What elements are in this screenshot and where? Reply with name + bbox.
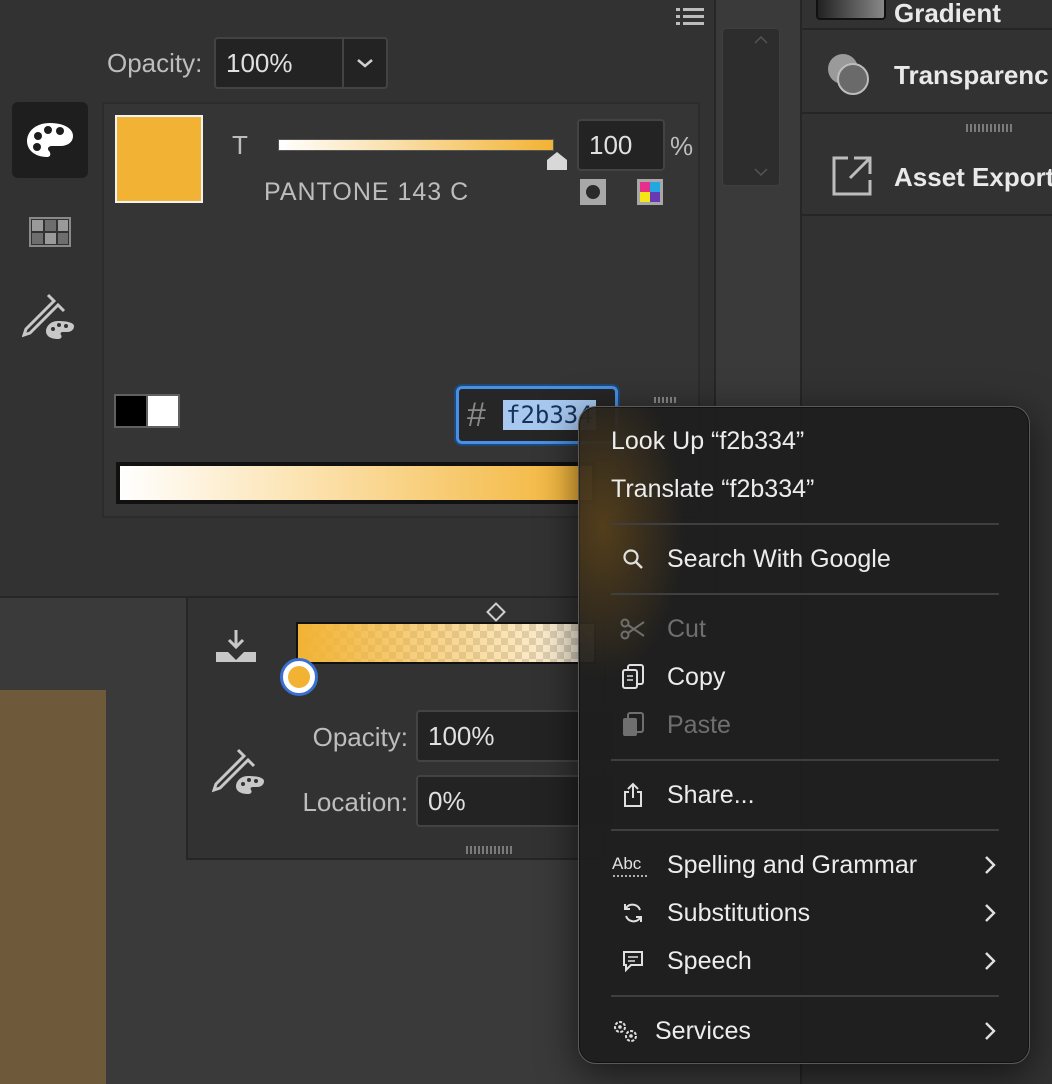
menu-separator	[611, 759, 999, 761]
transparency-icon	[828, 54, 869, 95]
menu-item-label: Cut	[667, 614, 706, 643]
tint-percent-label: %	[670, 131, 694, 161]
menu-separator	[611, 829, 999, 831]
menu-item-translate[interactable]: Translate “f2b334”	[579, 467, 1029, 511]
black-swatch[interactable]	[114, 394, 148, 428]
chevron-right-icon	[985, 952, 996, 970]
scissors-icon	[619, 615, 647, 643]
gradient-color-stop[interactable]	[280, 658, 318, 696]
menu-item-paste: Paste	[579, 703, 1029, 747]
panel-menu-icon[interactable]	[676, 6, 704, 28]
menu-item-label: Look Up “f2b334”	[611, 426, 805, 455]
fill-color-swatch[interactable]	[115, 115, 203, 203]
clipboard-icon	[619, 711, 647, 739]
svg-text:Abc: Abc	[612, 854, 642, 873]
menu-item-cut: Cut	[579, 607, 1029, 651]
menu-item-label: Substitutions	[667, 898, 811, 927]
eyedropper-palette-icon	[22, 293, 74, 339]
menu-item-share[interactable]: Share...	[579, 773, 1029, 817]
menu-item-label: Speech	[667, 946, 752, 975]
menu-item-substitutions[interactable]: Substitutions	[579, 891, 1029, 935]
chevron-right-icon	[985, 856, 996, 874]
tint-value-input[interactable]: 100	[577, 119, 665, 171]
panel-scrollbar[interactable]	[722, 28, 780, 186]
swatch-name-label: PANTONE 143 C	[264, 178, 470, 206]
gears-icon	[611, 1017, 639, 1045]
canvas-artwork	[0, 690, 106, 1084]
tint-slider-thumb[interactable]	[545, 150, 569, 172]
dock-divider	[802, 214, 1052, 216]
color-spectrum-ramp[interactable]	[116, 462, 596, 504]
gradient-slider-bar[interactable]	[296, 622, 596, 664]
dock-transparency-row[interactable]: Transparenc	[802, 44, 1052, 104]
dock-gradient-label: Gradient	[894, 0, 1001, 28]
dock-divider	[802, 112, 1052, 114]
color-mode-button[interactable]	[12, 102, 88, 178]
menu-item-label: Copy	[667, 662, 726, 691]
menu-separator	[611, 523, 999, 525]
gradient-location-label: Location:	[302, 787, 408, 817]
scroll-up-icon[interactable]	[753, 35, 769, 45]
spelling-abc-icon: Abc	[611, 851, 651, 879]
panel-grip-dots[interactable]	[654, 397, 678, 403]
opacity-dropdown[interactable]: 100%	[214, 37, 388, 89]
copy-icon	[619, 663, 647, 691]
dock-transparency-label: Transparenc	[894, 60, 1049, 90]
menu-item-label: Services	[655, 1016, 751, 1045]
dock-resize-grip[interactable]	[966, 124, 1014, 132]
gradient-opacity-label: Opacity:	[312, 722, 408, 752]
swatches-grid-icon	[29, 217, 71, 247]
menu-item-label: Search With Google	[667, 544, 891, 573]
process-color-icon[interactable]	[636, 178, 664, 206]
context-menu: Look Up “f2b334” Translate “f2b334” Sear…	[578, 406, 1030, 1064]
dock-asset-export-row[interactable]: Asset Export	[802, 146, 1052, 206]
tint-label: T	[232, 130, 248, 160]
menu-item-speech[interactable]: Speech	[579, 939, 1029, 983]
white-swatch[interactable]	[146, 394, 180, 428]
menu-item-spelling-grammar[interactable]: Abc Spelling and Grammar	[579, 843, 1029, 887]
asset-export-icon	[832, 156, 872, 196]
dock-asset-export-label: Asset Export	[894, 162, 1052, 192]
spot-color-icon[interactable]	[579, 178, 607, 206]
menu-separator	[611, 995, 999, 997]
palette-icon	[27, 123, 73, 157]
hash-label: #	[467, 395, 486, 434]
gradient-panel-grip[interactable]	[466, 846, 514, 854]
gradient-icon	[816, 0, 886, 20]
opacity-label: Opacity:	[107, 48, 203, 78]
menu-item-search-google[interactable]: Search With Google	[579, 537, 1029, 581]
menu-item-services[interactable]: Services	[579, 1009, 1029, 1053]
swatches-mode-button[interactable]	[12, 194, 88, 270]
scroll-down-icon[interactable]	[753, 167, 769, 177]
opacity-value[interactable]: 100%	[216, 48, 342, 79]
color-picker-mode-button[interactable]	[12, 278, 88, 354]
speech-bubble-icon	[619, 947, 647, 975]
search-icon	[619, 545, 647, 573]
share-icon	[619, 781, 647, 809]
menu-item-label: Translate “f2b334”	[611, 474, 815, 503]
menu-item-look-up[interactable]: Look Up “f2b334”	[579, 419, 1029, 463]
chevron-down-icon[interactable]	[342, 39, 386, 87]
menu-item-label: Paste	[667, 710, 731, 739]
chevron-right-icon	[985, 1022, 996, 1040]
menu-item-copy[interactable]: Copy	[579, 655, 1029, 699]
chevron-right-icon	[985, 904, 996, 922]
dock-gradient-row[interactable]: Gradient	[802, 0, 1052, 28]
dock-divider	[802, 28, 1052, 30]
substitutions-icon	[619, 899, 647, 927]
menu-item-label: Spelling and Grammar	[667, 850, 918, 879]
tint-slider-track[interactable]	[278, 139, 554, 151]
gradient-eyedropper-icon[interactable]	[212, 746, 268, 796]
menu-item-label: Share...	[667, 780, 755, 809]
menu-separator	[611, 593, 999, 595]
gradient-import-icon[interactable]	[214, 628, 258, 664]
